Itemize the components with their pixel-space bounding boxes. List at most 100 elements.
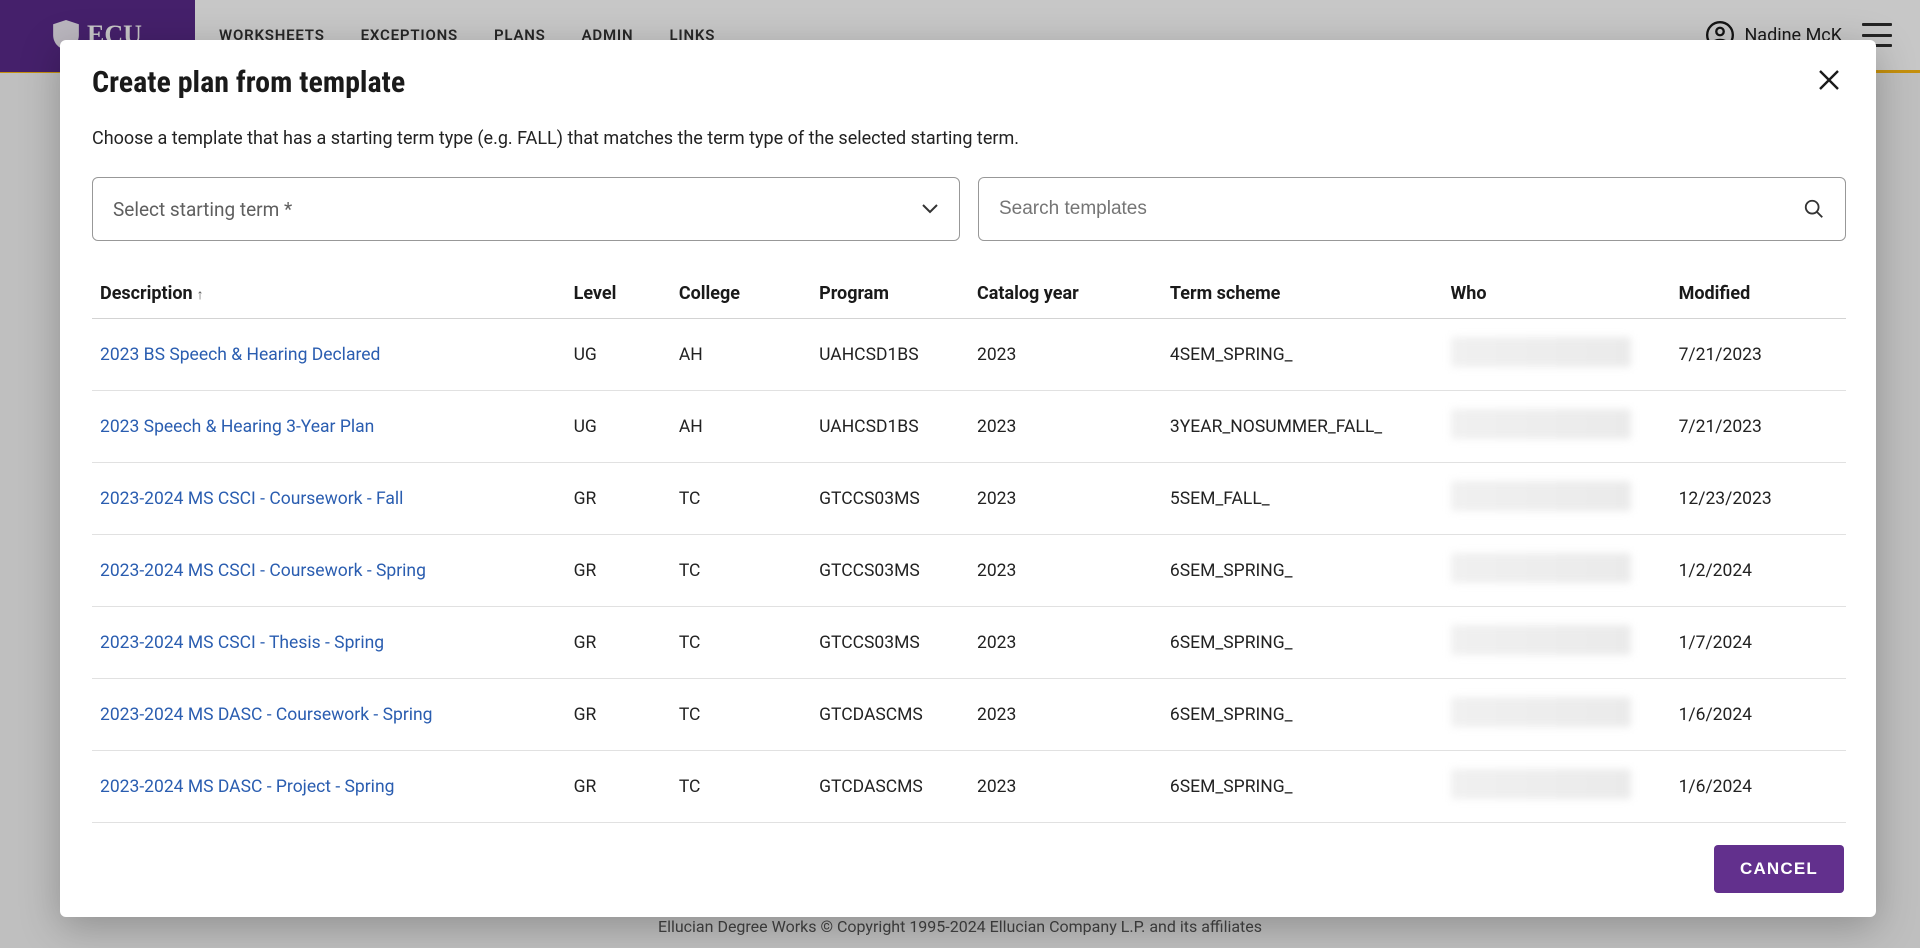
cell-level: GR	[566, 823, 671, 828]
cell-program: UAHCSD1BS	[811, 319, 969, 391]
cell-term: 6SEM_SPRING_	[1162, 535, 1443, 607]
cell-program: GTCCS03MS	[811, 535, 969, 607]
close-icon	[1818, 69, 1840, 91]
col-catalog-year[interactable]: Catalog year	[969, 269, 1162, 319]
cell-who	[1443, 391, 1671, 463]
template-link[interactable]: 2023-2024 MS CSCI - Thesis - Spring	[100, 633, 384, 653]
cell-program: GTCCS03MS	[811, 607, 969, 679]
cell-level: GR	[566, 535, 671, 607]
create-plan-modal: Create plan from template Choose a templ…	[60, 40, 1876, 917]
template-link[interactable]: 2023-2024 MS DASC - Project - Spring	[100, 777, 394, 797]
table-row: 2023-2024 MS CSCI - Thesis - Spring GRTCG…	[92, 607, 1846, 679]
cell-level: GR	[566, 751, 671, 823]
cell-catalog: 2023	[969, 679, 1162, 751]
cell-modified: 12/23/2023	[1671, 463, 1846, 535]
table-row: 2023-2024 MS DASC - Thesis - SpringGRTCG…	[92, 823, 1846, 828]
table-row: 2023-2024 MS DASC - Coursework - Spring G…	[92, 679, 1846, 751]
cell-who	[1443, 679, 1671, 751]
table-row: 2023-2024 MS CSCI - Coursework - Fall GRT…	[92, 463, 1846, 535]
cell-level: GR	[566, 607, 671, 679]
templates-table: Description↑ Level College Program Catal…	[92, 269, 1846, 827]
cell-who	[1443, 535, 1671, 607]
sort-asc-icon: ↑	[197, 287, 204, 303]
search-input[interactable]	[999, 198, 1803, 220]
cell-college: TC	[671, 679, 811, 751]
search-templates-field[interactable]	[978, 177, 1846, 241]
cell-modified: 1/7/2024	[1671, 607, 1846, 679]
search-icon	[1803, 198, 1825, 220]
table-row: 2023-2024 MS CSCI - Coursework - Spring G…	[92, 535, 1846, 607]
cell-level: GR	[566, 463, 671, 535]
close-button[interactable]	[1814, 64, 1844, 100]
cell-description: 2023 Speech & Hearing 3-Year Plan	[92, 391, 566, 463]
cell-program: GTCDASCMS	[811, 679, 969, 751]
cell-level: GR	[566, 679, 671, 751]
cell-term: 4SEM_SPRING_	[1162, 319, 1443, 391]
cell-modified: 1/6/2024	[1671, 751, 1846, 823]
col-description[interactable]: Description↑	[92, 269, 566, 319]
cell-program: GTCDASCMS	[811, 751, 969, 823]
cell-catalog: 2023	[969, 535, 1162, 607]
chevron-down-icon	[921, 203, 939, 215]
template-link[interactable]: 2023-2024 MS CSCI - Coursework - Spring	[100, 561, 426, 581]
cell-modified: 12/8/2023	[1671, 823, 1846, 828]
cell-description: 2023 BS Speech & Hearing Declared	[92, 319, 566, 391]
cell-who	[1443, 823, 1671, 828]
cell-term: 6SEM_SPRING_	[1162, 607, 1443, 679]
starting-term-label: Select starting term *	[113, 198, 292, 221]
col-modified[interactable]: Modified	[1671, 269, 1846, 319]
cell-college: TC	[671, 751, 811, 823]
cell-catalog: 2023	[969, 463, 1162, 535]
cell-who	[1443, 463, 1671, 535]
col-program[interactable]: Program	[811, 269, 969, 319]
col-level[interactable]: Level	[566, 269, 671, 319]
cell-who	[1443, 319, 1671, 391]
cell-term: 6SEM_SPRING_	[1162, 823, 1443, 828]
table-row: 2023 Speech & Hearing 3-Year PlanUGAHUAH…	[92, 391, 1846, 463]
cell-program: GTCCS03MS	[811, 463, 969, 535]
cell-description: 2023-2024 MS DASC - Project - Spring	[92, 751, 566, 823]
template-link[interactable]: 2023-2024 MS DASC - Coursework - Spring	[100, 705, 433, 725]
modal-scroll[interactable]: Choose a template that has a starting te…	[92, 112, 1860, 827]
cell-college: TC	[671, 607, 811, 679]
cell-description: 2023-2024 MS DASC - Coursework - Spring	[92, 679, 566, 751]
cell-catalog: 2023	[969, 823, 1162, 828]
cell-modified: 7/21/2023	[1671, 319, 1846, 391]
cell-description: 2023-2024 MS CSCI - Coursework - Spring	[92, 535, 566, 607]
cell-description: 2023-2024 MS CSCI - Coursework - Fall	[92, 463, 566, 535]
col-who[interactable]: Who	[1443, 269, 1671, 319]
cell-term: 6SEM_SPRING_	[1162, 679, 1443, 751]
cancel-button[interactable]: CANCEL	[1714, 845, 1844, 893]
cell-college: TC	[671, 463, 811, 535]
template-link[interactable]: 2023-2024 MS CSCI - Coursework - Fall	[100, 489, 403, 509]
cell-modified: 1/6/2024	[1671, 679, 1846, 751]
template-link[interactable]: 2023 Speech & Hearing 3-Year Plan	[100, 417, 374, 437]
col-college[interactable]: College	[671, 269, 811, 319]
cell-who	[1443, 607, 1671, 679]
cell-catalog: 2023	[969, 751, 1162, 823]
cell-catalog: 2023	[969, 607, 1162, 679]
cell-term: 6SEM_SPRING_	[1162, 751, 1443, 823]
cell-catalog: 2023	[969, 319, 1162, 391]
table-row: 2023 BS Speech & Hearing Declared UGAHUAH…	[92, 319, 1846, 391]
cell-college: TC	[671, 535, 811, 607]
cell-level: UG	[566, 319, 671, 391]
cell-catalog: 2023	[969, 391, 1162, 463]
modal-intro: Choose a template that has a starting te…	[92, 128, 1846, 149]
table-row: 2023-2024 MS DASC - Project - Spring GRTC…	[92, 751, 1846, 823]
modal-title: Create plan from template	[92, 65, 405, 100]
cell-program: GTCDASCMS	[811, 823, 969, 828]
col-term-scheme[interactable]: Term scheme	[1162, 269, 1443, 319]
cell-description: 2023-2024 MS DASC - Thesis - Spring	[92, 823, 566, 828]
template-link[interactable]: 2023 BS Speech & Hearing Declared	[100, 345, 380, 365]
cell-description: 2023-2024 MS CSCI - Thesis - Spring	[92, 607, 566, 679]
cell-college: TC	[671, 823, 811, 828]
cell-term: 5SEM_FALL_	[1162, 463, 1443, 535]
cell-term: 3YEAR_NOSUMMER_FALL_	[1162, 391, 1443, 463]
cell-level: UG	[566, 391, 671, 463]
starting-term-select[interactable]: Select starting term *	[92, 177, 960, 241]
cell-modified: 1/2/2024	[1671, 535, 1846, 607]
cell-who	[1443, 751, 1671, 823]
cell-college: AH	[671, 319, 811, 391]
cell-program: UAHCSD1BS	[811, 391, 969, 463]
